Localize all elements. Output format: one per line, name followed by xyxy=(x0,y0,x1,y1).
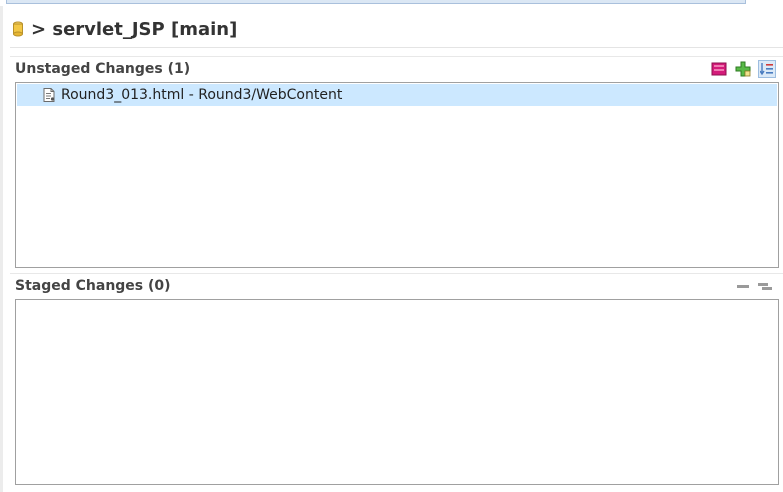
unstaged-title: Unstaged Changes (1) xyxy=(15,61,191,77)
add-to-index-button[interactable] xyxy=(734,60,752,78)
sort-button[interactable] xyxy=(758,60,776,78)
collapse-icon xyxy=(737,285,749,288)
unstage-button[interactable] xyxy=(710,60,728,78)
list-item[interactable]: Round3_013.html - Round3/WebContent xyxy=(17,84,777,106)
sort-list-icon xyxy=(760,63,773,76)
staged-section-header: Staged Changes (0) xyxy=(10,273,783,297)
previous-selection xyxy=(6,0,746,4)
left-rail xyxy=(0,6,3,492)
repository-icon xyxy=(13,21,23,37)
tree-icon xyxy=(758,283,772,290)
tree-view-button[interactable] xyxy=(756,277,774,295)
file-icon xyxy=(43,88,55,102)
unstaged-list[interactable]: Round3_013.html - Round3/WebContent xyxy=(15,82,779,268)
header-separator xyxy=(10,47,783,48)
staged-list[interactable] xyxy=(15,299,779,485)
staged-title: Staged Changes (0) xyxy=(15,278,171,294)
collapse-all-button[interactable] xyxy=(734,277,752,295)
add-icon xyxy=(735,61,751,77)
repository-title: > servlet_JSP [main] xyxy=(31,18,238,40)
unstaged-section-header: Unstaged Changes (1) xyxy=(10,56,783,80)
unstage-icon xyxy=(711,62,727,76)
top-strip xyxy=(0,0,783,6)
list-item-label: Round3_013.html - Round3/WebContent xyxy=(61,87,343,103)
repository-header: > servlet_JSP [main] xyxy=(12,14,237,44)
